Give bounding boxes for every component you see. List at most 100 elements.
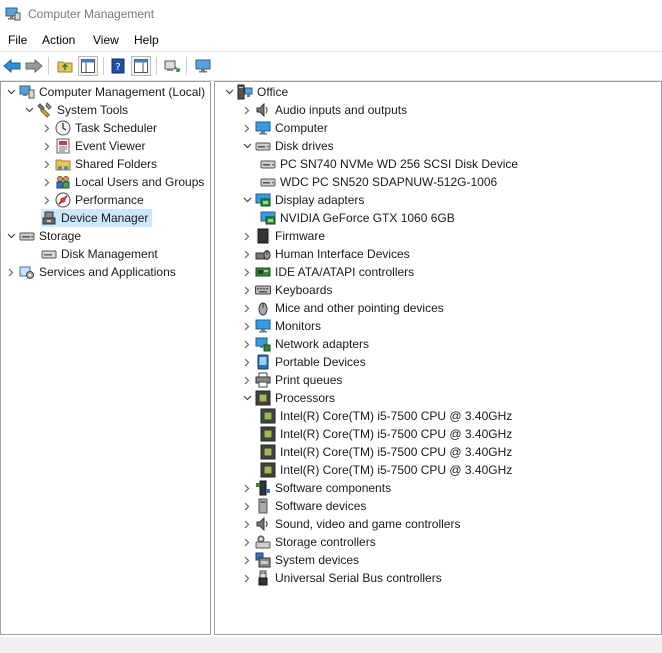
console-tree-item[interactable]: System Tools: [23, 101, 128, 119]
console-tree-item[interactable]: Local Users and Groups: [41, 173, 204, 191]
device-tree-item[interactable]: Universal Serial Bus controllers: [241, 569, 442, 587]
chevron-right-icon[interactable]: [5, 263, 17, 281]
console-tree-item[interactable]: Performance: [41, 191, 144, 209]
chevron-down-icon[interactable]: [241, 191, 253, 209]
chevron-right-icon[interactable]: [241, 317, 253, 335]
tree-item-label: Intel(R) Core(TM) i5-7500 CPU @ 3.40GHz: [280, 409, 513, 423]
device-tree-item[interactable]: Portable Devices: [241, 353, 366, 371]
console-tree-item[interactable]: Disk Management: [41, 245, 158, 263]
device-tree-item[interactable]: Monitors: [241, 317, 321, 335]
back-button[interactable]: [2, 56, 22, 76]
device-tree-item[interactable]: Computer: [241, 119, 328, 137]
show-hide-action-pane-button[interactable]: [131, 56, 151, 76]
chevron-right-icon[interactable]: [241, 227, 253, 245]
chevron-down-icon[interactable]: [5, 83, 17, 101]
device-tree-item[interactable]: Intel(R) Core(TM) i5-7500 CPU @ 3.40GHz: [260, 425, 512, 443]
show-hide-console-tree-button[interactable]: [78, 56, 98, 76]
display-adapter-icon: [255, 192, 271, 208]
chevron-right-icon[interactable]: [41, 155, 53, 173]
chevron-right-icon[interactable]: [241, 551, 253, 569]
device-tree-item[interactable]: NVIDIA GeForce GTX 1060 6GB: [260, 209, 455, 227]
tree-item-label: Device Manager: [61, 211, 149, 225]
network-adapter-icon: [255, 336, 271, 352]
device-tree-item[interactable]: Display adapters: [241, 191, 364, 209]
chevron-down-icon[interactable]: [241, 137, 253, 155]
console-tree-item[interactable]: Computer Management (Local): [5, 83, 205, 101]
menu-view[interactable]: View: [93, 33, 119, 47]
chevron-down-icon[interactable]: [5, 227, 17, 245]
chevron-right-icon[interactable]: [241, 569, 253, 587]
tree-item-label: Intel(R) Core(TM) i5-7500 CPU @ 3.40GHz: [280, 445, 513, 459]
chevron-right-icon[interactable]: [241, 119, 253, 137]
device-tree-item[interactable]: Software components: [241, 479, 391, 497]
up-one-level-button[interactable]: [55, 56, 75, 76]
scan-for-hardware-changes-button[interactable]: [162, 56, 182, 76]
disk-drive-icon: [255, 138, 271, 154]
console-tree-pane[interactable]: Computer Management (Local) System Tools T…: [0, 81, 211, 635]
processor-icon: [260, 408, 276, 424]
menu-action[interactable]: Action: [42, 33, 75, 47]
software-device-icon: [255, 498, 271, 514]
chevron-right-icon[interactable]: [241, 263, 253, 281]
device-tree-item[interactable]: WDC PC SN520 SDAPNUW-512G-1006: [260, 173, 497, 191]
device-tree-item[interactable]: Office: [223, 83, 288, 101]
console-tree-item[interactable]: Storage: [5, 227, 81, 245]
chevron-right-icon[interactable]: [41, 173, 53, 191]
device-tree-item[interactable]: Print queues: [241, 371, 342, 389]
console-tree-item[interactable]: Event Viewer: [41, 137, 145, 155]
device-tree-item[interactable]: Intel(R) Core(TM) i5-7500 CPU @ 3.40GHz: [260, 443, 512, 461]
tree-item-label: Task Scheduler: [75, 121, 158, 135]
forward-button[interactable]: [24, 56, 44, 76]
device-tree-pane[interactable]: Office Audio inputs and outputs Computer Di…: [214, 81, 662, 635]
chevron-right-icon[interactable]: [241, 515, 253, 533]
chevron-right-icon[interactable]: [241, 371, 253, 389]
chevron-right-icon[interactable]: [241, 533, 253, 551]
tree-item-label: Computer: [275, 121, 328, 135]
console-tree-item[interactable]: Services and Applications: [5, 263, 176, 281]
device-tree-item[interactable]: IDE ATA/ATAPI controllers: [241, 263, 414, 281]
device-tree-item[interactable]: Firmware: [241, 227, 325, 245]
help-button[interactable]: ?: [108, 56, 128, 76]
chevron-right-icon[interactable]: [241, 479, 253, 497]
device-tree-item[interactable]: Intel(R) Core(TM) i5-7500 CPU @ 3.40GHz: [260, 407, 512, 425]
title-bar: Computer Management: [0, 0, 662, 29]
chevron-down-icon[interactable]: [241, 389, 253, 407]
device-tree-item[interactable]: Processors: [241, 389, 335, 407]
chevron-right-icon[interactable]: [241, 299, 253, 317]
chevron-right-icon[interactable]: [41, 191, 53, 209]
device-tree-item[interactable]: Mice and other pointing devices: [241, 299, 444, 317]
device-tree-item[interactable]: Keyboards: [241, 281, 332, 299]
device-tree-item[interactable]: System devices: [241, 551, 359, 569]
device-tree-item[interactable]: PC SN740 NVMe WD 256 SCSI Disk Device: [260, 155, 518, 173]
device-tree-item[interactable]: Intel(R) Core(TM) i5-7500 CPU @ 3.40GHz: [260, 461, 512, 479]
device-tree-item[interactable]: Storage controllers: [241, 533, 376, 551]
chevron-right-icon[interactable]: [241, 101, 253, 119]
usb-icon: [255, 570, 271, 586]
chevron-right-icon[interactable]: [241, 245, 253, 263]
monitor-icon: [255, 120, 271, 136]
device-tree-item[interactable]: Network adapters: [241, 335, 369, 353]
chevron-down-icon[interactable]: [223, 83, 235, 101]
chevron-right-icon[interactable]: [241, 353, 253, 371]
device-tree-item[interactable]: Audio inputs and outputs: [241, 101, 407, 119]
menu-file[interactable]: File: [8, 33, 27, 47]
tree-item-label: Services and Applications: [39, 265, 176, 279]
tree-item-label: Storage: [39, 229, 82, 243]
chevron-down-icon[interactable]: [23, 101, 35, 119]
console-tree-item[interactable]: Task Scheduler: [41, 119, 157, 137]
console-tree-item[interactable]: Device Manager: [41, 209, 153, 227]
tree-item-label: NVIDIA GeForce GTX 1060 6GB: [280, 211, 455, 225]
chevron-right-icon[interactable]: [41, 137, 53, 155]
device-tree-item[interactable]: Disk drives: [241, 137, 334, 155]
device-tree-item[interactable]: Sound, video and game controllers: [241, 515, 460, 533]
chevron-right-icon[interactable]: [241, 497, 253, 515]
menu-help[interactable]: Help: [134, 33, 159, 47]
device-tree-item[interactable]: Software devices: [241, 497, 366, 515]
console-tree-item[interactable]: Shared Folders: [41, 155, 157, 173]
chevron-right-icon[interactable]: [241, 281, 253, 299]
device-properties-button[interactable]: [193, 56, 213, 76]
device-tree-item[interactable]: Human Interface Devices: [241, 245, 410, 263]
chevron-right-icon[interactable]: [241, 335, 253, 353]
chevron-right-icon[interactable]: [41, 119, 53, 137]
toolbar: ?: [0, 51, 662, 81]
